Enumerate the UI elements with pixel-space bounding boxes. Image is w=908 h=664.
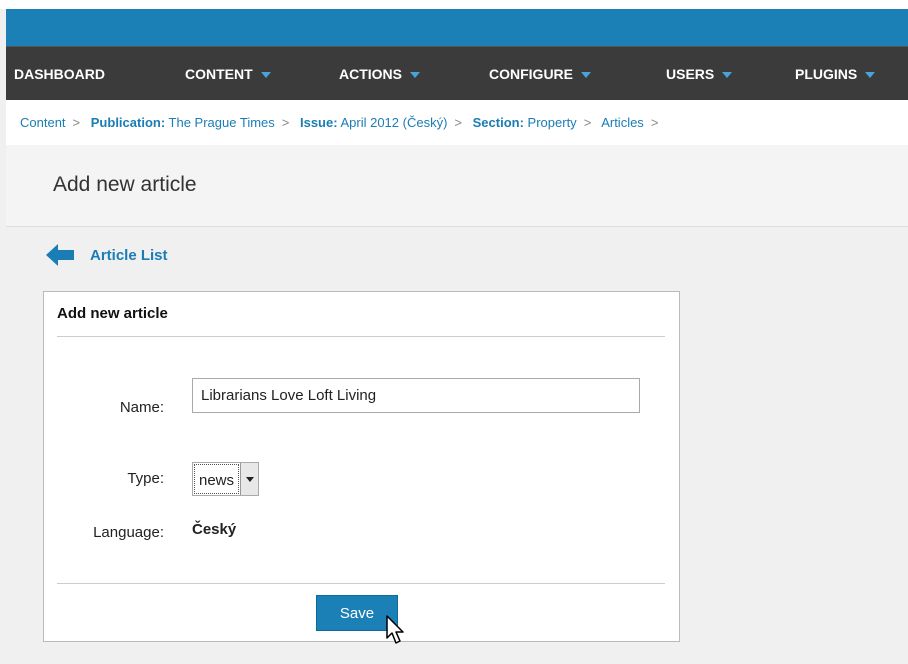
title-bar: Add new article [6, 145, 908, 227]
nav-dashboard-label: DASHBOARD [14, 66, 105, 82]
divider [57, 336, 665, 337]
nav-plugins[interactable]: PLUGINS [795, 47, 876, 101]
main-nav: DASHBOARD CONTENT ACTIONS CONFIGURE USER… [6, 46, 908, 100]
add-article-panel: Add new article Name: Type: news Languag… [43, 291, 680, 642]
language-value: Český [192, 521, 237, 538]
article-list-label: Article List [90, 246, 168, 264]
chevron-down-icon [240, 463, 259, 495]
chevron-down-icon [722, 72, 733, 79]
nav-content-label: CONTENT [185, 66, 253, 82]
chevron-down-icon [410, 72, 420, 79]
nav-configure-label: CONFIGURE [489, 66, 573, 82]
panel-title: Add new article [57, 305, 168, 322]
type-select[interactable]: news [192, 462, 260, 496]
breadcrumb-content[interactable]: Content [20, 115, 66, 130]
type-select-value: news [194, 464, 240, 494]
breadcrumb-separator: > [650, 115, 659, 130]
nav-content[interactable]: CONTENT [185, 47, 271, 101]
divider [57, 583, 665, 584]
nav-users[interactable]: USERS [666, 47, 733, 101]
chevron-down-icon [260, 72, 271, 79]
breadcrumb-section-label: Section: [472, 115, 524, 130]
name-input[interactable] [192, 378, 640, 413]
breadcrumb-issue-label: Issue: [299, 115, 338, 130]
nav-plugins-label: PLUGINS [795, 66, 858, 82]
breadcrumb: Content > Publication: The Prague Times > … [6, 100, 908, 145]
breadcrumb-articles[interactable]: Articles [601, 115, 644, 130]
breadcrumb-publication-label: Publication: [90, 115, 166, 130]
breadcrumb-separator: > [72, 115, 81, 130]
nav-actions[interactable]: ACTIONS [339, 47, 420, 101]
chevron-down-icon [865, 72, 876, 79]
mouse-pointer-icon [386, 615, 404, 644]
breadcrumb-separator: > [281, 115, 290, 130]
name-label: Name: [119, 399, 164, 416]
breadcrumb-publication-value[interactable]: The Prague Times [169, 115, 275, 130]
arrow-left-icon [46, 244, 74, 266]
nav-configure[interactable]: CONFIGURE [489, 47, 591, 101]
article-list-link[interactable]: Article List [46, 244, 168, 266]
breadcrumb-separator: > [454, 115, 462, 130]
top-strip [0, 0, 908, 9]
breadcrumb-section-value[interactable]: Property [528, 115, 577, 130]
breadcrumb-separator: > [583, 115, 592, 130]
nav-actions-label: ACTIONS [339, 66, 402, 82]
nav-users-label: USERS [666, 66, 715, 82]
type-label: Type: [127, 470, 164, 487]
header-bar [6, 9, 908, 46]
page-title: Add new article [53, 173, 197, 196]
nav-dashboard[interactable]: DASHBOARD [14, 47, 105, 101]
language-label: Language: [93, 524, 164, 541]
chevron-down-icon [581, 72, 591, 79]
breadcrumb-issue-value[interactable]: April 2012 (Český) [340, 115, 447, 130]
